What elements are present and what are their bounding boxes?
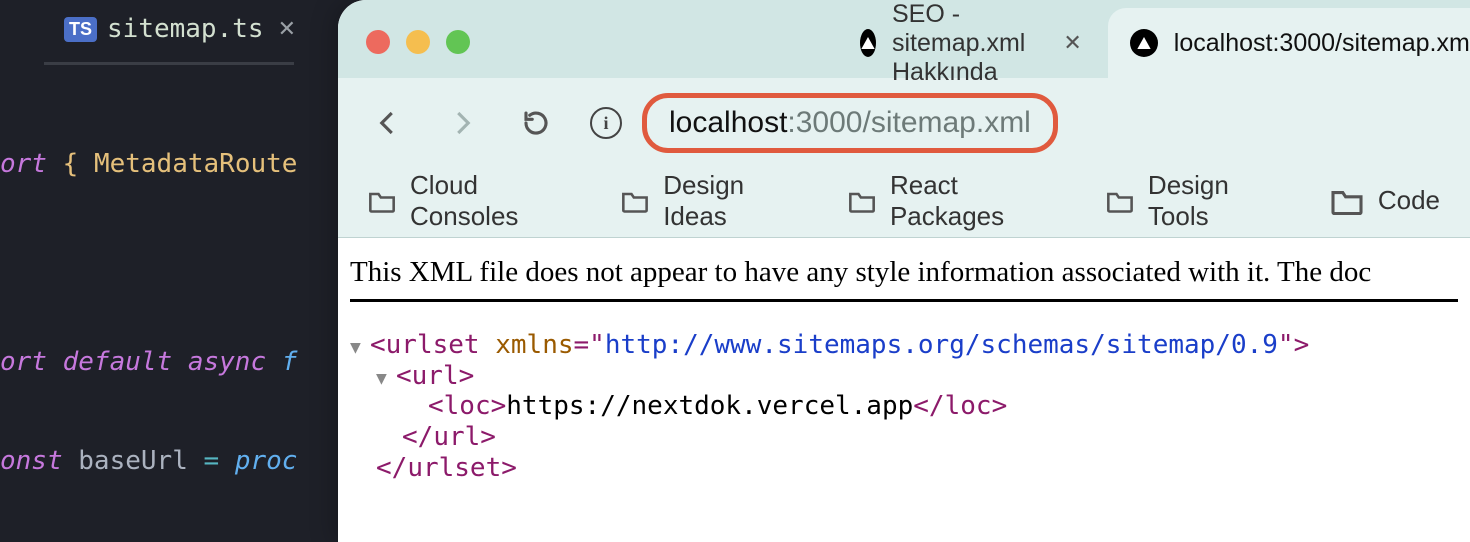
- editor-tab[interactable]: TS sitemap.ts ✕: [48, 4, 312, 58]
- address-path: :3000/sitemap.xml: [787, 106, 1030, 140]
- code-editor-panel: TS sitemap.ts ✕ ort { MetadataRoute ort …: [0, 0, 338, 542]
- site-info-icon[interactable]: i: [590, 107, 622, 139]
- address-bar[interactable]: localhost:3000/sitemap.xml: [642, 93, 1058, 153]
- folder-icon: [1106, 187, 1134, 215]
- editor-tab-filename: sitemap.ts: [107, 14, 264, 44]
- browser-tab-title: localhost:3000/sitemap.xml: [1174, 29, 1470, 58]
- window-close-button[interactable]: [366, 30, 390, 54]
- window-controls: [366, 30, 470, 54]
- close-icon[interactable]: ✕: [278, 16, 296, 42]
- bookmark-label: Cloud Consoles: [410, 170, 561, 232]
- browser-window: SEO - sitemap.xml Hakkında ✕ localhost:3…: [338, 0, 1470, 542]
- bookmark-label: Design Ideas: [663, 170, 788, 232]
- browser-tab-active[interactable]: localhost:3000/sitemap.xml ✕: [1108, 8, 1470, 78]
- bookmark-label: React Packages: [890, 170, 1046, 232]
- bookmark-folder[interactable]: Code: [1330, 185, 1440, 216]
- typescript-file-icon: TS: [64, 17, 97, 42]
- disclosure-triangle-icon[interactable]: ▼: [376, 368, 396, 389]
- browser-tab-inactive[interactable]: SEO - sitemap.xml Hakkında ✕: [838, 8, 1108, 78]
- vercel-favicon-icon: [1130, 29, 1158, 57]
- browser-tab-title: SEO - sitemap.xml Hakkında: [892, 0, 1037, 87]
- close-icon[interactable]: ✕: [1063, 30, 1081, 56]
- bookmark-label: Design Tools: [1148, 170, 1270, 232]
- code-content[interactable]: ort { MetadataRoute ort default async f …: [0, 65, 338, 542]
- bookmark-folder[interactable]: Design Ideas: [621, 170, 788, 232]
- bookmark-folder[interactable]: Cloud Consoles: [368, 170, 561, 232]
- disclosure-triangle-icon[interactable]: ▼: [350, 337, 370, 358]
- bookmark-folder[interactable]: React Packages: [848, 170, 1046, 232]
- window-minimize-button[interactable]: [406, 30, 430, 54]
- folder-icon: [621, 187, 649, 215]
- bookmark-label: Code: [1378, 185, 1440, 216]
- folder-icon: [368, 187, 396, 215]
- browser-tab-strip: SEO - sitemap.xml Hakkında ✕ localhost:3…: [338, 0, 1470, 78]
- folder-icon: [1330, 187, 1364, 215]
- back-button[interactable]: [368, 103, 408, 143]
- page-content: This XML file does not appear to have an…: [338, 238, 1470, 542]
- xml-style-notice: This XML file does not appear to have an…: [350, 252, 1458, 302]
- forward-button[interactable]: [442, 103, 482, 143]
- address-host: localhost: [669, 106, 787, 140]
- reload-button[interactable]: [516, 103, 556, 143]
- browser-toolbar: i localhost:3000/sitemap.xml: [338, 78, 1470, 168]
- xml-tree[interactable]: ▼<urlset xmlns="http://www.sitemaps.org/…: [350, 302, 1458, 483]
- vercel-favicon-icon: [860, 29, 876, 57]
- window-maximize-button[interactable]: [446, 30, 470, 54]
- folder-icon: [848, 187, 876, 215]
- bookmarks-bar: Cloud Consoles Design Ideas React Packag…: [338, 168, 1470, 238]
- bookmark-folder[interactable]: Design Tools: [1106, 170, 1270, 232]
